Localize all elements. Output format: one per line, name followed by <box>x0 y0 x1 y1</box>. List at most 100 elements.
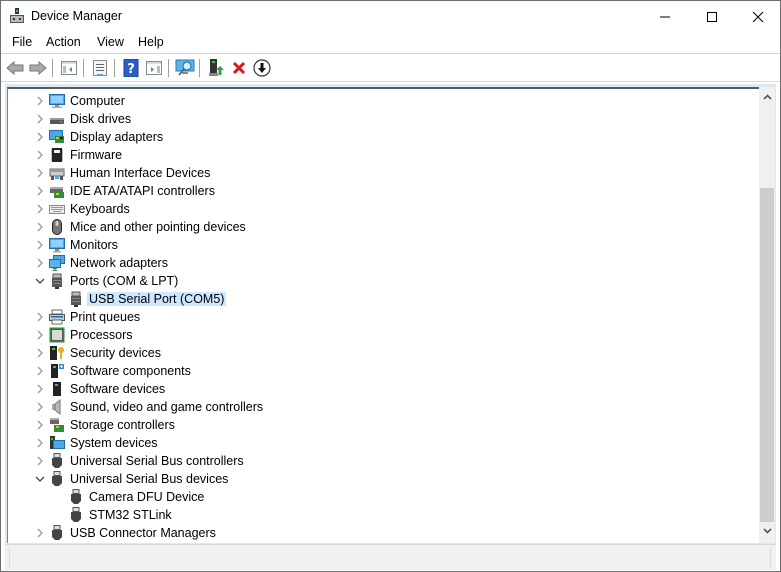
back-button[interactable] <box>4 57 26 79</box>
chevron-right-icon[interactable] <box>35 419 45 431</box>
chevron-right-icon[interactable] <box>35 221 45 233</box>
tree-item-label[interactable]: Sound, video and game controllers <box>68 400 265 414</box>
chevron-right-icon[interactable] <box>35 239 45 251</box>
tree-category[interactable]: Firmware <box>8 146 748 164</box>
chevron-right-icon[interactable] <box>35 113 45 125</box>
update-driver-button[interactable] <box>205 57 227 79</box>
tree-item-label[interactable]: Software devices <box>68 382 167 396</box>
scroll-up-button[interactable] <box>759 89 775 105</box>
tree-category[interactable]: Software components <box>8 362 748 380</box>
title-bar[interactable]: Device Manager <box>1 1 780 32</box>
chevron-right-icon[interactable] <box>35 257 45 269</box>
properties-button[interactable] <box>89 57 111 79</box>
menu-file[interactable]: File <box>12 35 32 49</box>
chevron-right-icon[interactable] <box>35 95 45 107</box>
uninstall-device-button[interactable] <box>228 57 250 79</box>
chevron-right-icon[interactable] <box>35 347 45 359</box>
tree-category[interactable]: Network adapters <box>8 254 748 272</box>
tree-category[interactable]: Sound, video and game controllers <box>8 398 748 416</box>
chevron-right-icon[interactable] <box>35 455 45 467</box>
tree-item-label[interactable]: IDE ATA/ATAPI controllers <box>68 184 217 198</box>
menu-help[interactable]: Help <box>138 35 164 49</box>
chevron-right-icon[interactable] <box>35 149 45 161</box>
tree-category[interactable]: Keyboards <box>8 200 748 218</box>
tree-item-label[interactable]: Network adapters <box>68 256 170 270</box>
tree-category[interactable]: USB Connector Managers <box>8 524 748 542</box>
chevron-right-icon[interactable] <box>35 383 45 395</box>
tree-category[interactable]: Print queues <box>8 308 748 326</box>
scroll-down-button[interactable] <box>759 523 775 539</box>
minimize-button[interactable] <box>642 1 688 32</box>
vertical-scrollbar[interactable] <box>759 87 775 543</box>
tree-category[interactable]: Disk drives <box>8 110 748 128</box>
chevron-right-icon[interactable] <box>35 203 45 215</box>
tree-category[interactable]: Storage controllers <box>8 416 748 434</box>
scroll-thumb[interactable] <box>760 188 774 522</box>
tree-category[interactable]: Security devices <box>8 344 748 362</box>
tree-item-label[interactable]: Processors <box>68 328 135 342</box>
tree-category[interactable]: Computer <box>8 92 748 110</box>
tree-category[interactable]: Processors <box>8 326 748 344</box>
tree-item-label[interactable]: Universal Serial Bus devices <box>68 472 230 486</box>
tree-item-label[interactable]: System devices <box>68 436 160 450</box>
chevron-right-icon[interactable] <box>35 311 45 323</box>
tree-category[interactable]: Ports (COM & LPT) <box>8 272 748 290</box>
tree-item-label[interactable]: Universal Serial Bus controllers <box>68 454 246 468</box>
tree-category[interactable]: Monitors <box>8 236 748 254</box>
tree-device[interactable]: Camera DFU Device <box>8 488 748 506</box>
menu-view[interactable]: View <box>97 35 124 49</box>
tree-category[interactable]: Software devices <box>8 380 748 398</box>
chevron-down-icon[interactable] <box>35 473 45 485</box>
chevron-right-icon[interactable] <box>35 329 45 341</box>
tree-category[interactable]: Universal Serial Bus devices <box>8 470 748 488</box>
tree-item-label[interactable]: Security devices <box>68 346 163 360</box>
tree-item-label[interactable]: Ports (COM & LPT) <box>68 274 180 288</box>
tree-item-label[interactable]: Monitors <box>68 238 120 252</box>
tree-device[interactable]: USB Serial Port (COM5) <box>8 290 748 308</box>
chevron-down-icon[interactable] <box>35 275 45 287</box>
chevron-right-icon[interactable] <box>35 131 45 143</box>
tree-item-label[interactable]: Firmware <box>68 148 124 162</box>
tree-device[interactable]: STM32 STLink <box>8 506 748 524</box>
port-icon <box>71 291 81 307</box>
tree-item-label[interactable]: Software components <box>68 364 193 378</box>
help-button[interactable]: ? <box>120 57 142 79</box>
display-adapter-icon <box>49 130 64 143</box>
show-hide-console-tree-button[interactable] <box>58 57 80 79</box>
chevron-right-icon[interactable] <box>35 365 45 377</box>
tree-item-label[interactable]: Print queues <box>68 310 142 324</box>
maximize-button[interactable] <box>689 1 735 32</box>
tree-item-label[interactable]: Mice and other pointing devices <box>68 220 248 234</box>
chevron-right-icon[interactable] <box>35 437 45 449</box>
status-bar <box>5 544 776 570</box>
chevron-right-icon[interactable] <box>35 527 45 539</box>
tree-category[interactable]: Mice and other pointing devices <box>8 218 748 236</box>
tree-category[interactable]: IDE ATA/ATAPI controllers <box>8 182 748 200</box>
tree-category[interactable]: Display adapters <box>8 128 748 146</box>
chevron-right-icon[interactable] <box>35 167 45 179</box>
tree-item-label[interactable]: USB Serial Port (COM5) <box>87 292 227 306</box>
speaker-icon <box>52 399 61 415</box>
tree-item-label[interactable]: Computer <box>68 94 127 108</box>
tree-category[interactable]: System devices <box>8 434 748 452</box>
printer-icon <box>49 309 65 325</box>
chevron-right-icon[interactable] <box>35 401 45 413</box>
tree-item-label[interactable]: Disk drives <box>68 112 133 126</box>
tree-item-label[interactable]: Display adapters <box>68 130 165 144</box>
show-hide-action-pane-button[interactable] <box>143 57 165 79</box>
storage-controller-icon <box>50 418 64 432</box>
tree-category[interactable]: Human Interface Devices <box>8 164 748 182</box>
tree-category[interactable]: Universal Serial Bus controllers <box>8 452 748 470</box>
tree-item-label[interactable]: Human Interface Devices <box>68 166 212 180</box>
tree-item-label[interactable]: STM32 STLink <box>87 508 174 522</box>
menu-action[interactable]: Action <box>46 35 81 49</box>
disable-device-button[interactable] <box>251 57 273 79</box>
tree-item-label[interactable]: Storage controllers <box>68 418 177 432</box>
scan-hardware-button[interactable] <box>174 57 196 79</box>
close-button[interactable] <box>735 1 781 32</box>
tree-item-label[interactable]: Keyboards <box>68 202 132 216</box>
tree-item-label[interactable]: Camera DFU Device <box>87 490 206 504</box>
chevron-right-icon[interactable] <box>35 185 45 197</box>
forward-button[interactable] <box>27 57 49 79</box>
tree-item-label[interactable]: USB Connector Managers <box>68 526 218 540</box>
